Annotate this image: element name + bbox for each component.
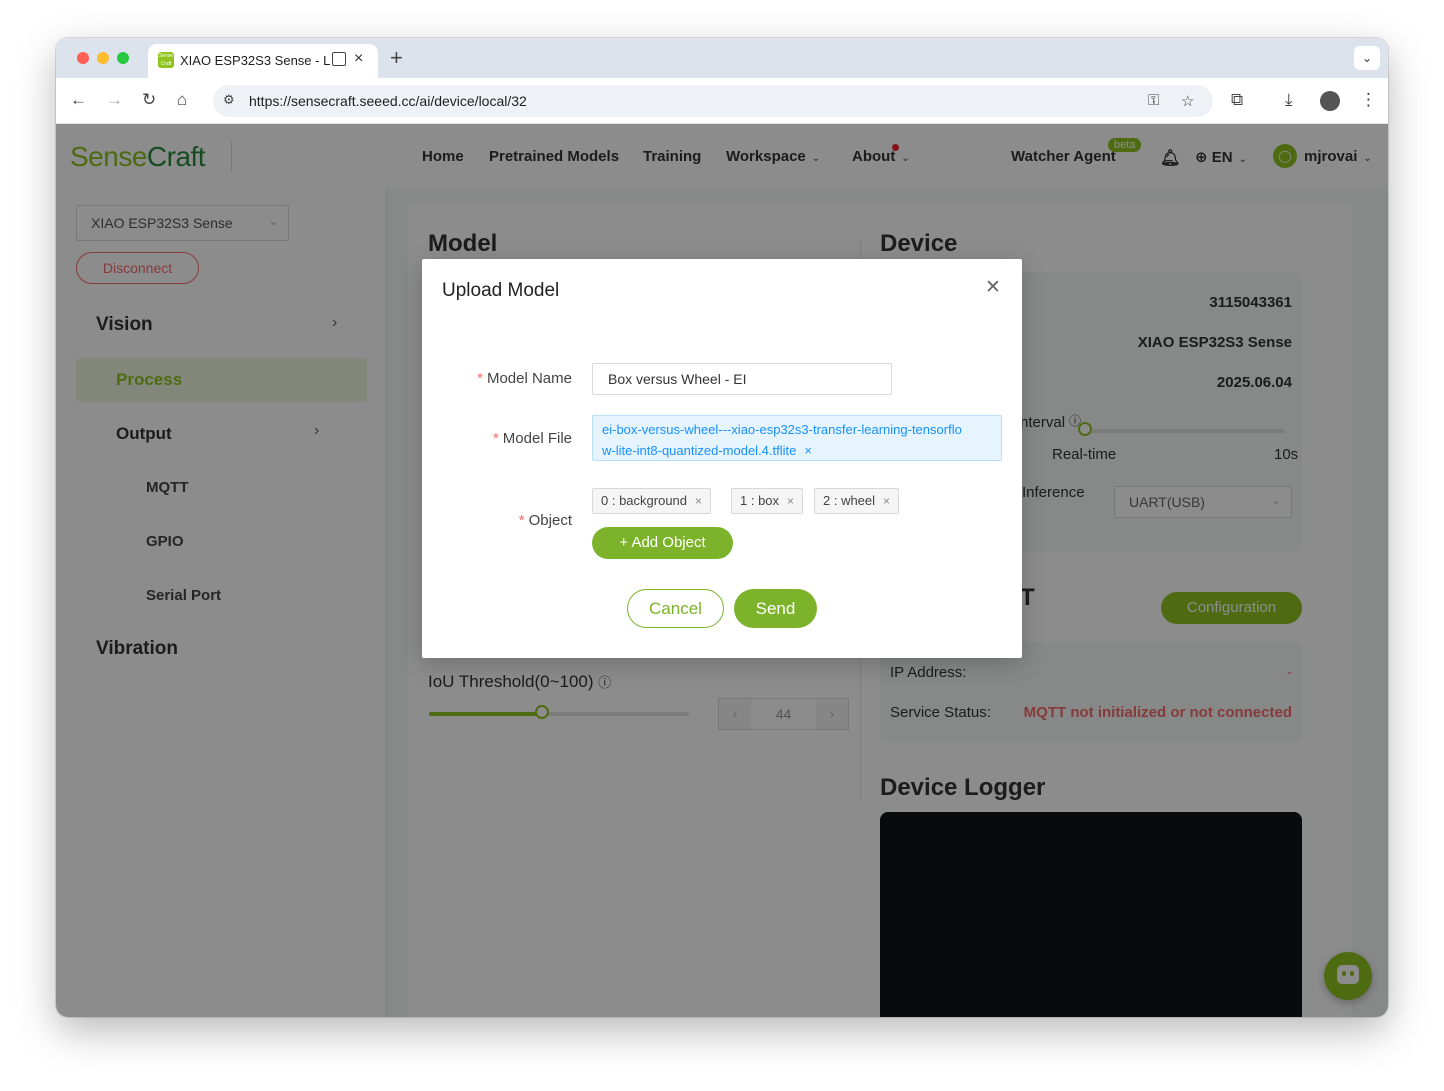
site-settings-icon[interactable]: ⚙ (223, 92, 241, 110)
password-key-icon[interactable]: ⚿ (1148, 92, 1159, 109)
object-tag-label: 2 : wheel (823, 493, 876, 508)
download-icon[interactable]: ⤓ (1285, 90, 1293, 110)
browser-window: Sense Craft XIAO ESP32S3 Sense - Lo × + … (56, 38, 1388, 1017)
browser-toolbar: ← → ↻ ⌂ ⚙ https://sensecraft.seeed.cc/ai… (56, 78, 1388, 124)
object-label: * Object (519, 512, 572, 529)
sensecraft-favicon-icon: Sense Craft (158, 52, 174, 68)
model-file-name-line2: w-lite-int8-quantized-model.4.tflite (602, 443, 797, 458)
tab-strip: Sense Craft XIAO ESP32S3 Sense - Lo × + … (56, 38, 1388, 78)
home-icon[interactable]: ⌂ (177, 90, 187, 110)
forward-arrow-icon[interactable]: → (106, 90, 123, 110)
upload-model-dialog: Upload Model ✕ * Model Name Box versus Wh… (422, 259, 1022, 658)
tab-media-icon[interactable] (332, 52, 346, 66)
object-tag[interactable]: 2 : wheel × (814, 488, 900, 514)
address-bar[interactable]: ⚙ https://sensecraft.seeed.cc/ai/device/… (213, 85, 1213, 117)
model-name-label-text: Model Name (486, 370, 572, 387)
model-file-chip[interactable]: ei-box-versus-wheel---xiao-esp32s3-trans… (592, 415, 1002, 461)
tab-close-icon[interactable]: × (354, 50, 363, 68)
required-asterisk: * (477, 370, 483, 387)
back-arrow-icon[interactable]: ← (70, 90, 87, 110)
model-file-label-text: Model File (502, 430, 572, 447)
object-tag[interactable]: 0 : background × (592, 488, 712, 514)
url-text[interactable]: https://sensecraft.seeed.cc/ai/device/lo… (249, 93, 527, 109)
model-file-label: * Model File (493, 430, 572, 447)
close-window-button[interactable] (77, 52, 89, 64)
send-button[interactable]: Send (734, 589, 817, 628)
profile-avatar[interactable] (1320, 91, 1340, 111)
remove-file-icon[interactable]: × (804, 443, 812, 458)
minimize-window-button[interactable] (97, 52, 109, 64)
required-asterisk: * (518, 512, 525, 529)
more-menu-icon[interactable]: ⋮ (1360, 90, 1377, 110)
object-tag[interactable]: 1 : box × (731, 488, 804, 514)
object-tag-label: 0 : background (601, 493, 688, 508)
maximize-window-button[interactable] (117, 52, 129, 64)
required-asterisk: * (492, 430, 499, 447)
extensions-puzzle-icon[interactable]: ⧉ (1231, 90, 1243, 110)
browser-tab[interactable]: Sense Craft XIAO ESP32S3 Sense - Lo × (148, 44, 378, 78)
close-icon[interactable]: ✕ (985, 276, 1001, 299)
object-tag-label: 1 : box (740, 493, 780, 508)
dialog-title: Upload Model (442, 280, 560, 301)
new-tab-button[interactable]: + (390, 45, 403, 71)
cancel-button[interactable]: Cancel (627, 589, 724, 628)
add-object-label: Add Object (631, 534, 706, 551)
plus-icon: + (619, 534, 632, 551)
model-file-name-line1: ei-box-versus-wheel---xiao-esp32s3-trans… (602, 422, 962, 437)
reload-icon[interactable]: ↻ (142, 90, 156, 110)
object-label-text: Object (528, 512, 572, 529)
tab-search-chevron-icon[interactable]: ⌄ (1354, 46, 1380, 70)
bookmark-star-icon[interactable]: ☆ (1181, 92, 1194, 110)
remove-tag-icon[interactable]: × (695, 494, 702, 508)
add-object-button[interactable]: + Add Object (592, 527, 733, 559)
tab-title: XIAO ESP32S3 Sense - Lo (180, 53, 330, 68)
remove-tag-icon[interactable]: × (883, 494, 890, 508)
model-name-label: * Model Name (477, 370, 572, 387)
model-name-input[interactable]: Box versus Wheel - EI (592, 363, 892, 395)
remove-tag-icon[interactable]: × (787, 494, 794, 508)
